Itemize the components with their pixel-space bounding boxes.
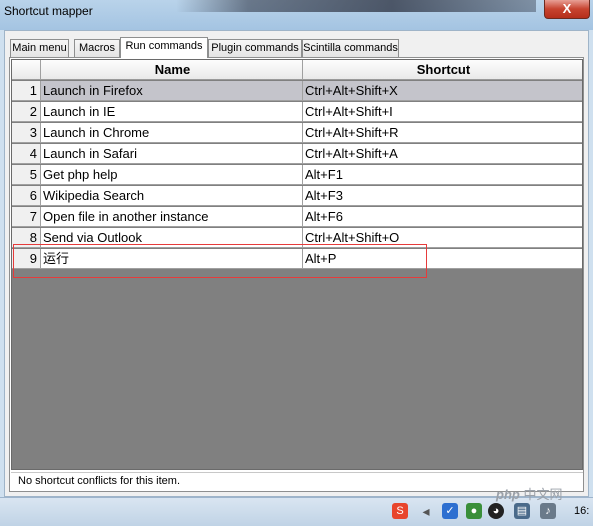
run-commands-panel: Name Shortcut 1 Launch in Firefox Ctrl+A… [9,57,584,492]
command-shortcut[interactable]: Alt+P [303,249,582,269]
tab-macros[interactable]: Macros [74,39,120,57]
table-row[interactable]: 1 Launch in Firefox Ctrl+Alt+Shift+X [12,81,582,102]
command-name[interactable]: Launch in Chrome [41,123,303,143]
shortcut-mapper-dialog: Main menu Macros Run commands Plugin com… [4,30,589,497]
watermark-suffix: 中文网 [523,487,563,502]
command-shortcut[interactable]: Alt+F6 [303,207,582,227]
row-number: 4 [12,144,41,164]
command-shortcut[interactable]: Ctrl+Alt+Shift+R [303,123,582,143]
shortcut-grid[interactable]: Name Shortcut 1 Launch in Firefox Ctrl+A… [11,59,583,470]
header-row-number [12,60,41,80]
network-icon[interactable]: ▤ [514,503,530,519]
command-shortcut[interactable]: Ctrl+Alt+Shift+O [303,228,582,248]
security-icon[interactable]: ● [466,503,482,519]
command-shortcut[interactable]: Ctrl+Alt+Shift+I [303,102,582,122]
watermark: php 中文网 [496,484,562,503]
table-row[interactable]: 3 Launch in Chrome Ctrl+Alt+Shift+R [12,123,582,144]
tab-scintilla-commands[interactable]: Scintilla commands [302,39,399,57]
command-name[interactable]: 运行 [41,249,303,269]
window-title: Shortcut mapper [4,4,93,18]
header-shortcut[interactable]: Shortcut [303,60,582,80]
command-shortcut[interactable]: Ctrl+Alt+Shift+X [303,81,582,101]
command-shortcut[interactable]: Alt+F3 [303,186,582,206]
command-name[interactable]: Launch in Safari [41,144,303,164]
title-bar-background-strip [176,0,536,12]
row-number: 9 [12,249,41,269]
table-row[interactable]: 7 Open file in another instance Alt+F6 [12,207,582,228]
grid-header-row: Name Shortcut [12,60,582,81]
chevron-icon[interactable]: ◂ [418,503,434,519]
table-row[interactable]: 8 Send via Outlook Ctrl+Alt+Shift+O [12,228,582,249]
command-shortcut[interactable]: Ctrl+Alt+Shift+A [303,144,582,164]
row-number: 2 [12,102,41,122]
row-number: 6 [12,186,41,206]
watermark-brand: php [496,487,520,502]
clock[interactable]: 16: [574,505,589,517]
command-name[interactable]: Wikipedia Search [41,186,303,206]
tab-plugin-commands[interactable]: Plugin commands [208,39,302,57]
sogou-icon[interactable]: S [392,503,408,519]
tab-main-menu[interactable]: Main menu [10,39,69,57]
tab-run-commands[interactable]: Run commands [120,37,208,58]
table-row[interactable]: 2 Launch in IE Ctrl+Alt+Shift+I [12,102,582,123]
command-name[interactable]: Launch in IE [41,102,303,122]
header-name[interactable]: Name [41,60,303,80]
command-name[interactable]: Open file in another instance [41,207,303,227]
command-name[interactable]: Send via Outlook [41,228,303,248]
table-row[interactable]: 4 Launch in Safari Ctrl+Alt+Shift+A [12,144,582,165]
table-row[interactable]: 5 Get php help Alt+F1 [12,165,582,186]
row-number: 5 [12,165,41,185]
qq-icon[interactable]: ◕ [488,503,504,519]
table-row[interactable]: 6 Wikipedia Search Alt+F3 [12,186,582,207]
command-shortcut[interactable]: Alt+F1 [303,165,582,185]
row-number: 1 [12,81,41,101]
volume-icon[interactable]: ♪ [540,503,556,519]
shield-icon[interactable]: ✓ [442,503,458,519]
close-button[interactable]: X [544,0,590,19]
title-bar: Shortcut mapper X [0,0,593,30]
command-name[interactable]: Launch in Firefox [41,81,303,101]
row-number: 7 [12,207,41,227]
row-number: 3 [12,123,41,143]
command-name[interactable]: Get php help [41,165,303,185]
row-number: 8 [12,228,41,248]
table-row[interactable]: 9 运行 Alt+P [12,249,582,270]
